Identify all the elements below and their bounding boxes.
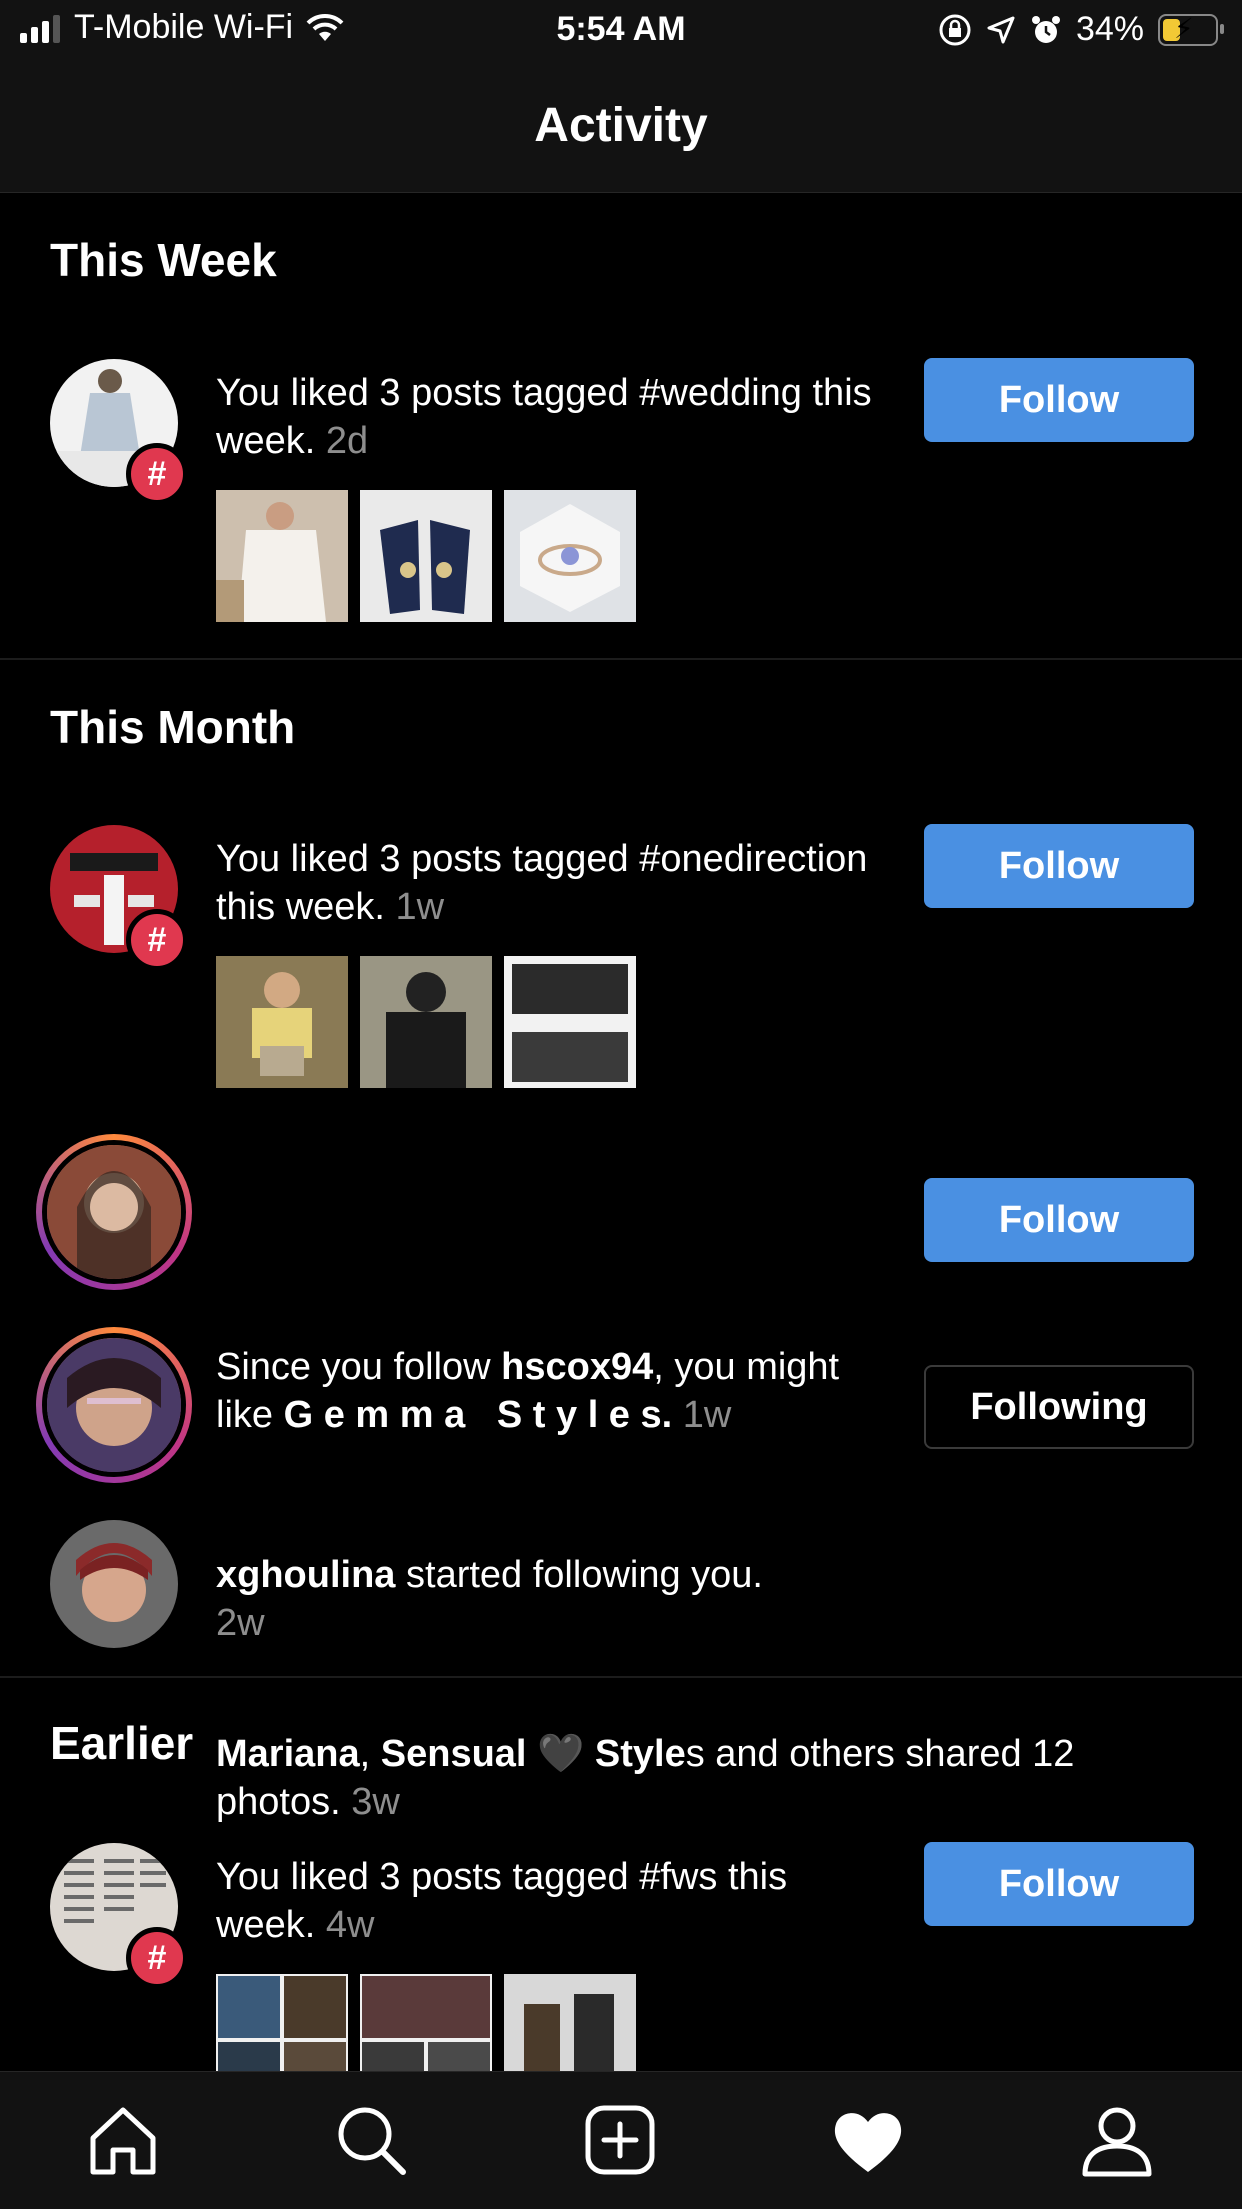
username-link[interactable]: Mariana bbox=[216, 1733, 360, 1775]
alarm-icon bbox=[1031, 15, 1060, 43]
story-ring-avatar[interactable] bbox=[36, 1327, 192, 1483]
profile-icon[interactable] bbox=[1077, 2100, 1157, 2180]
activity-text-wedding[interactable]: You liked 3 posts tagged #wedding this w… bbox=[216, 369, 876, 465]
following-button-xghoulina[interactable]: Following bbox=[924, 1365, 1194, 1449]
follow-button-fws[interactable]: Follow bbox=[924, 1842, 1194, 1926]
search-icon[interactable] bbox=[331, 2100, 411, 2180]
status-bar: T-Mobile Wi-Fi 5:54 AM 34% ⚡ bbox=[0, 0, 1242, 62]
follow-button-wedding[interactable]: Follow bbox=[924, 358, 1194, 442]
post-thumbnail[interactable] bbox=[504, 490, 636, 622]
activity-message: Since you follow bbox=[216, 1346, 502, 1388]
post-thumbnail[interactable] bbox=[216, 1974, 348, 2071]
activity-message: You liked 3 posts tagged #fws this week. bbox=[216, 1856, 788, 1946]
thumbnail-strip-onedirection bbox=[216, 956, 636, 1088]
battery-percent: 34% bbox=[1075, 10, 1144, 48]
timestamp: 4w bbox=[325, 1904, 375, 1946]
section-title-this-week: This Week bbox=[50, 234, 277, 286]
timestamp: 1w bbox=[682, 1394, 732, 1436]
hashtag-badge-icon: # bbox=[126, 909, 188, 971]
thumbnail-strip-wedding bbox=[216, 490, 636, 622]
activity-text-suggestion[interactable]: Since you follow hscox94, you might like… bbox=[216, 1343, 876, 1439]
section-title-this-month: This Month bbox=[50, 701, 296, 753]
suggested-username-link[interactable]: G e m m a S t y l e s. bbox=[284, 1394, 673, 1436]
post-thumbnail[interactable] bbox=[360, 956, 492, 1088]
post-thumbnail[interactable] bbox=[504, 1974, 636, 2071]
activity-message: You liked 3 posts tagged #wedding this w… bbox=[216, 372, 872, 462]
activity-message: , bbox=[359, 1733, 381, 1775]
post-thumbnail[interactable] bbox=[360, 1974, 492, 2071]
username-link[interactable]: xghoulina bbox=[216, 1554, 395, 1596]
activity-heart-icon[interactable] bbox=[828, 2100, 908, 2180]
status-right: 34% ⚡ bbox=[938, 10, 1224, 49]
activity-text-shared-photos[interactable]: Mariana, Sensual 🖤 Styles and others sha… bbox=[216, 1730, 1196, 1826]
nav-bar: Activity bbox=[0, 62, 1242, 193]
activity-message: You liked 3 posts tagged #onedirection t… bbox=[216, 838, 868, 928]
post-thumbnail[interactable] bbox=[360, 490, 492, 622]
timestamp: 2d bbox=[325, 420, 369, 462]
activity-text-new-follower[interactable]: xghoulina started following you. 2w bbox=[216, 1551, 776, 1647]
timestamp: 2w bbox=[216, 1602, 265, 1644]
section-divider bbox=[0, 658, 1242, 660]
location-arrow-icon bbox=[987, 16, 1015, 43]
username-link[interactable]: hscox94 bbox=[501, 1346, 653, 1388]
user-avatar-mariana[interactable] bbox=[50, 1520, 178, 1648]
section-title-earlier: Earlier bbox=[50, 1717, 194, 1769]
page-title: Activity bbox=[534, 99, 708, 152]
story-ring-avatar[interactable] bbox=[36, 1134, 192, 1290]
section-divider bbox=[0, 1676, 1242, 1678]
hashtag-badge-icon: # bbox=[126, 443, 188, 505]
activity-feed[interactable]: This Week # You liked 3 posts tagged #we… bbox=[0, 193, 1242, 2071]
username-link[interactable]: Sensual 🖤 Style bbox=[381, 1733, 686, 1775]
activity-text-onedirection[interactable]: You liked 3 posts tagged #onedirection t… bbox=[216, 835, 876, 931]
timestamp: 1w bbox=[395, 886, 445, 928]
charging-bolt-icon: ⚡ bbox=[1174, 12, 1194, 44]
activity-text-fws[interactable]: You liked 3 posts tagged #fws this week.… bbox=[216, 1853, 876, 1949]
hashtag-badge-icon: # bbox=[126, 1927, 188, 1989]
timestamp: 3w bbox=[351, 1781, 400, 1823]
add-post-icon[interactable] bbox=[580, 2100, 660, 2180]
tab-bar bbox=[0, 2071, 1242, 2209]
follow-button-suggestion[interactable]: Follow bbox=[924, 1178, 1194, 1262]
battery-icon: ⚡ bbox=[1158, 12, 1224, 46]
post-thumbnail[interactable] bbox=[216, 956, 348, 1088]
rotation-lock-icon bbox=[939, 14, 971, 45]
home-icon[interactable] bbox=[83, 2100, 163, 2180]
activity-message: started following you. bbox=[395, 1554, 763, 1596]
post-thumbnail[interactable] bbox=[216, 490, 348, 622]
thumbnail-strip-fws bbox=[216, 1974, 636, 2071]
post-thumbnail[interactable] bbox=[504, 956, 636, 1088]
follow-button-onedirection[interactable]: Follow bbox=[924, 824, 1194, 908]
